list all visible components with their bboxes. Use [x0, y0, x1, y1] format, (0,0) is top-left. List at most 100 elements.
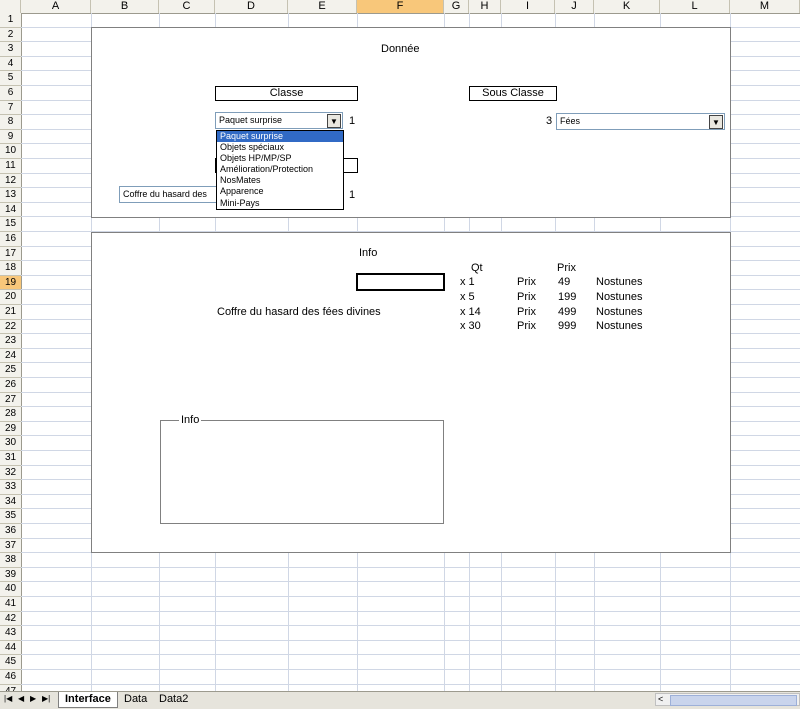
row-header[interactable]: 39 — [0, 568, 21, 583]
row-header[interactable]: 2 — [0, 28, 21, 43]
prev-sheet-icon[interactable]: ◀ — [18, 694, 24, 703]
row-header[interactable]: 3 — [0, 42, 21, 57]
row-header[interactable]: 27 — [0, 393, 21, 408]
dropdown-option[interactable]: Mini-Pays — [217, 198, 343, 209]
row-header[interactable]: 19 — [0, 275, 21, 291]
column-header[interactable]: J — [555, 0, 594, 13]
column-header[interactable]: A — [21, 0, 91, 13]
row-header[interactable]: 34 — [0, 495, 21, 510]
column-header[interactable]: B — [91, 0, 159, 13]
row-header[interactable]: 5 — [0, 71, 21, 86]
row-header[interactable]: 15 — [0, 217, 21, 232]
column-header[interactable]: I — [501, 0, 555, 13]
scrollbar-thumb[interactable] — [670, 695, 797, 706]
column-header[interactable]: M — [730, 0, 800, 13]
column-header-bar: A B C D E F G H I J K L M — [0, 0, 800, 14]
prix-label: Prix — [517, 291, 536, 303]
row-header[interactable]: 14 — [0, 203, 21, 218]
row-header[interactable]: 1 — [0, 13, 21, 28]
row-header[interactable]: 37 — [0, 539, 21, 554]
row-header[interactable]: 11 — [0, 159, 21, 174]
select-all-corner[interactable] — [0, 0, 21, 13]
row-header[interactable]: 18 — [0, 261, 21, 276]
row-header[interactable]: 21 — [0, 305, 21, 320]
row-header[interactable]: 41 — [0, 597, 21, 612]
row-header[interactable]: 13 — [0, 188, 21, 203]
grid-line — [21, 610, 800, 612]
row-header[interactable]: 25 — [0, 363, 21, 378]
qty-cell: x 5 — [460, 291, 475, 303]
grid-line — [21, 669, 800, 670]
column-header[interactable]: C — [159, 0, 215, 13]
column-header[interactable]: E — [288, 0, 357, 13]
dropdown-option[interactable]: Objets spéciaux — [217, 142, 343, 153]
prix-header: Prix — [557, 262, 576, 274]
row-header[interactable]: 12 — [0, 174, 21, 189]
row-header[interactable]: 30 — [0, 436, 21, 451]
dropdown-option[interactable]: Amélioration/Protection — [217, 164, 343, 175]
row-header[interactable]: 38 — [0, 553, 21, 568]
row-header[interactable]: 26 — [0, 378, 21, 393]
active-cell-f19[interactable] — [356, 273, 445, 291]
dropdown-option[interactable]: NosMates — [217, 175, 343, 186]
row-header[interactable]: 24 — [0, 349, 21, 364]
row-header[interactable]: 16 — [0, 232, 21, 247]
item-dropdown[interactable]: Coffre du hasard des — [119, 186, 224, 203]
column-header[interactable]: H — [469, 0, 501, 13]
dropdown-option[interactable]: Paquet surprise — [217, 131, 343, 143]
tab-data2[interactable]: Data2 — [153, 692, 194, 707]
grid-line — [21, 566, 800, 568]
horizontal-scrollbar[interactable]: < — [655, 693, 800, 706]
column-header[interactable]: K — [594, 0, 660, 13]
tab-interface[interactable]: Interface — [58, 692, 118, 708]
row-header[interactable]: 6 — [0, 86, 21, 101]
currency-cell: Nostunes — [596, 320, 643, 332]
currency-cell: Nostunes — [596, 291, 643, 303]
row-header[interactable]: 4 — [0, 57, 21, 72]
classe-dropdown-list[interactable]: Paquet surprise Objets spéciaux Objets H… — [216, 130, 344, 210]
column-header[interactable]: D — [215, 0, 288, 13]
row-header[interactable]: 10 — [0, 144, 21, 159]
row-header[interactable]: 44 — [0, 641, 21, 656]
next-sheet-icon[interactable]: ▶ — [30, 694, 36, 703]
donnee-title: Donnée — [381, 43, 420, 55]
item-name: Coffre du hasard des fées divines — [217, 306, 381, 318]
first-sheet-icon[interactable]: |◀ — [4, 694, 12, 703]
row-header[interactable]: 46 — [0, 670, 21, 685]
row-header[interactable]: 20 — [0, 290, 21, 305]
column-header[interactable]: G — [444, 0, 469, 13]
row-header[interactable]: 43 — [0, 626, 21, 641]
scroll-left-icon[interactable]: < — [658, 694, 663, 704]
row-header[interactable]: 45 — [0, 655, 21, 670]
column-header[interactable]: F — [357, 0, 444, 13]
row-header[interactable]: 8 — [0, 115, 21, 130]
column-header[interactable]: L — [660, 0, 730, 13]
chevron-down-icon[interactable]: ▼ — [709, 115, 723, 129]
row-header[interactable]: 40 — [0, 582, 21, 597]
row-header[interactable]: 42 — [0, 612, 21, 627]
row-header[interactable]: 17 — [0, 247, 21, 262]
currency-cell: Nostunes — [596, 306, 643, 318]
row-header-bar: 1 2 3 4 5 6 7 8 9 10 11 12 13 14 15 16 17 18 19 20 21 22 23 24 2… — [0, 13, 22, 691]
row-header[interactable]: 35 — [0, 509, 21, 524]
dropdown-option[interactable]: Apparence — [217, 186, 343, 197]
classe-dropdown[interactable]: Paquet surprise ▼ — [215, 112, 343, 129]
row-header[interactable]: 29 — [0, 422, 21, 437]
grid-line — [21, 625, 800, 627]
row-header[interactable]: 33 — [0, 480, 21, 495]
prix-label: Prix — [517, 276, 536, 288]
chevron-down-icon[interactable]: ▼ — [327, 114, 341, 128]
item-index: 1 — [349, 189, 356, 201]
sous-classe-dropdown[interactable]: Fées ▼ — [556, 113, 725, 130]
row-header[interactable]: 22 — [0, 320, 21, 335]
row-header[interactable]: 9 — [0, 130, 21, 145]
row-header[interactable]: 7 — [0, 101, 21, 116]
row-header[interactable]: 23 — [0, 334, 21, 349]
last-sheet-icon[interactable]: ▶| — [42, 694, 50, 703]
row-header[interactable]: 31 — [0, 451, 21, 466]
row-header[interactable]: 28 — [0, 407, 21, 422]
row-header[interactable]: 36 — [0, 524, 21, 539]
dropdown-option[interactable]: Objets HP/MP/SP — [217, 153, 343, 164]
row-header[interactable]: 32 — [0, 466, 21, 481]
tab-data[interactable]: Data — [118, 692, 153, 707]
